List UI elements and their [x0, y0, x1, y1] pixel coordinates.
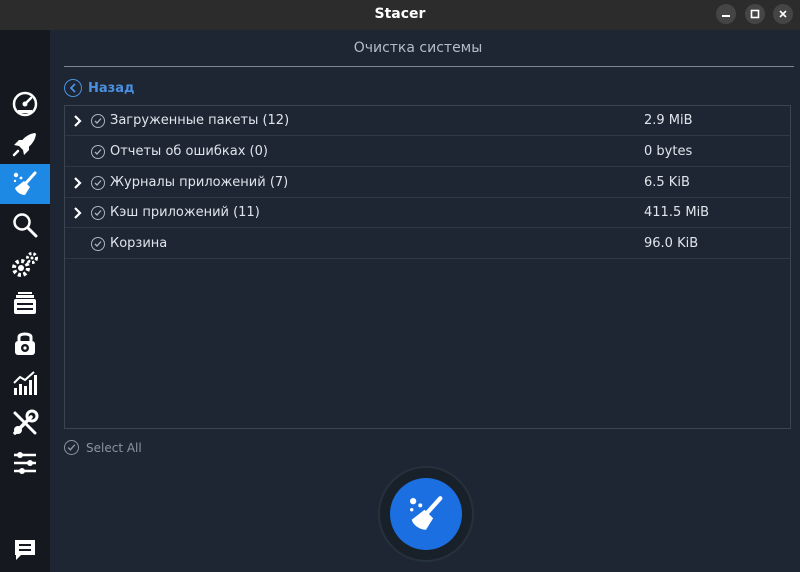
- chevron-right-icon[interactable]: [73, 176, 85, 190]
- tree-row[interactable]: Корзина 96.0 KiB: [65, 229, 790, 259]
- tree-row[interactable]: Загруженные пакеты (12) 2.9 MiB: [65, 106, 790, 136]
- window-title: Stacer: [374, 6, 426, 22]
- title-bar: Stacer: [0, 0, 800, 30]
- chevron-right-icon[interactable]: [73, 114, 85, 128]
- checkbox[interactable]: [91, 114, 105, 128]
- feedback-message-icon: [15, 540, 35, 560]
- minimize-icon: [722, 15, 730, 17]
- dashboard-speedometer-icon: [12, 91, 38, 117]
- row-name: Журналы приложений (7): [110, 175, 289, 190]
- checkbox[interactable]: [91, 206, 105, 220]
- select-all-label: Select All: [86, 440, 142, 455]
- uninstaller-icon: [14, 292, 36, 314]
- rocket-icon: [12, 133, 36, 157]
- close-icon: [779, 10, 787, 18]
- sidebar-item-startup[interactable]: [0, 124, 50, 164]
- sidebar-item-system-cleaner[interactable]: [0, 164, 50, 204]
- select-all-checkbox[interactable]: Select All: [64, 440, 142, 455]
- tree-row[interactable]: Журналы приложений (7) 6.5 KiB: [65, 168, 790, 198]
- sidebar-item-settings[interactable]: [0, 443, 50, 483]
- broom-icon: [410, 496, 443, 530]
- title-divider: [64, 66, 794, 67]
- check-icon: [64, 440, 79, 455]
- check-icon: [94, 118, 102, 124]
- broom-cleaner-icon: [13, 171, 37, 195]
- row-size: 411.5 MiB: [644, 205, 710, 220]
- search-icon: [13, 213, 38, 238]
- row-size: 0 bytes: [644, 144, 693, 159]
- settings-sliders-icon: [14, 452, 36, 474]
- sidebar-item-uninstaller[interactable]: [0, 284, 50, 324]
- sidebar-item-search[interactable]: [0, 205, 50, 245]
- back-label: Назад: [88, 80, 135, 96]
- resources-chart-icon: [13, 371, 37, 395]
- check-icon: [94, 241, 102, 247]
- checkbox[interactable]: [91, 237, 105, 251]
- lock-icon: [15, 332, 35, 355]
- sidebar-item-dashboard[interactable]: [0, 83, 50, 123]
- sidebar-item-feedback[interactable]: [0, 530, 50, 570]
- checkbox[interactable]: [91, 145, 105, 159]
- back-button[interactable]: Назад: [64, 78, 134, 98]
- checkbox[interactable]: [91, 176, 105, 190]
- cleanup-tree: Загруженные пакеты (12) 2.9 MiB Отчеты о…: [64, 105, 791, 429]
- check-icon: [94, 210, 102, 216]
- row-size: 96.0 KiB: [644, 236, 699, 251]
- sidebar-item-helpers[interactable]: [0, 403, 50, 443]
- row-name: Корзина: [110, 236, 168, 251]
- tree-row[interactable]: Кэш приложений (11) 411.5 MiB: [65, 198, 790, 228]
- clean-button[interactable]: [378, 466, 474, 562]
- system-cleaner-page: Очистка системы Назад Загруженные пакеты…: [50, 30, 800, 572]
- row-size: 6.5 KiB: [644, 175, 690, 190]
- gears-icon: [12, 252, 38, 277]
- maximize-icon: [750, 9, 760, 19]
- close-button[interactable]: [773, 4, 793, 24]
- page-title: Очистка системы: [353, 40, 483, 56]
- maximize-button[interactable]: [745, 4, 765, 24]
- sidebar-item-services[interactable]: [0, 245, 50, 285]
- sidebar: [0, 30, 50, 572]
- minimize-button[interactable]: [716, 4, 736, 24]
- sidebar-item-resources[interactable]: [0, 363, 50, 403]
- tree-row[interactable]: Отчеты об ошибках (0) 0 bytes: [65, 137, 790, 167]
- check-icon: [94, 149, 102, 155]
- chevron-right-icon[interactable]: [73, 206, 85, 220]
- row-size: 2.9 MiB: [644, 113, 693, 128]
- sidebar-item-security[interactable]: [0, 323, 50, 363]
- row-name: Кэш приложений (11): [110, 205, 260, 220]
- check-icon: [94, 180, 102, 186]
- chevron-left-icon: [64, 79, 82, 97]
- tools-icon: [13, 409, 39, 435]
- clean-button-face: [390, 478, 462, 550]
- row-name: Загруженные пакеты (12): [110, 113, 290, 128]
- row-name: Отчеты об ошибках (0): [110, 144, 268, 159]
